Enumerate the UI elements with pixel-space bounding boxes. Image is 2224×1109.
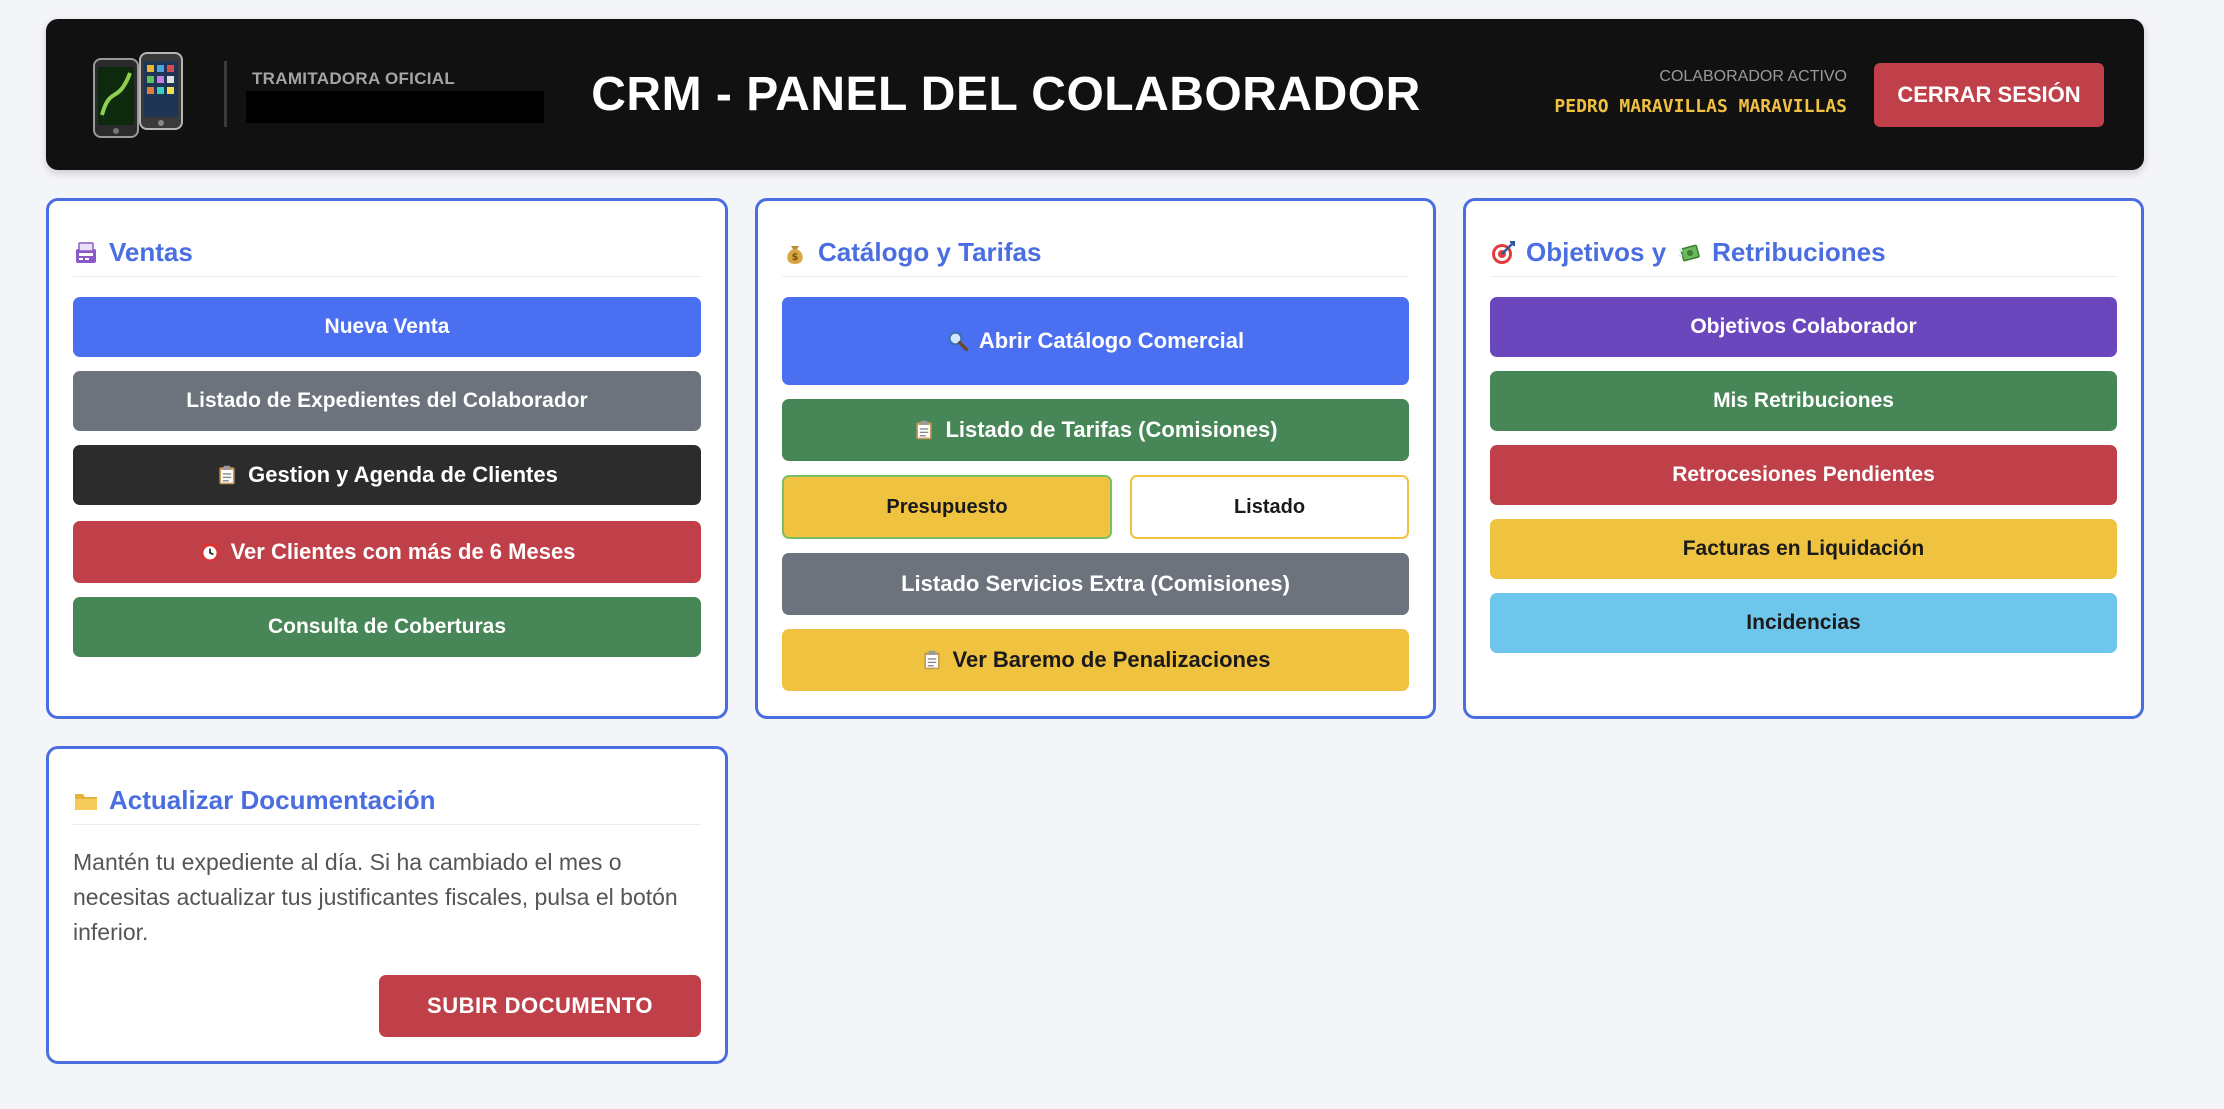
documentacion-card: Actualizar Documentación Mantén tu exped…	[46, 746, 728, 1064]
incidencias-label: Incidencias	[1746, 611, 1861, 634]
listado-expedientes-label: Listado de Expedientes del Colaborador	[186, 389, 588, 412]
user-caption: COLABORADOR ACTIVO	[1659, 68, 1847, 85]
documentacion-title: Actualizar Documentación	[109, 785, 436, 815]
catalogo-title: Catálogo y Tarifas	[818, 237, 1042, 267]
register-icon	[76, 241, 96, 263]
abrir-catalogo-label: Abrir Catálogo Comercial	[978, 328, 1245, 353]
retrocesiones-button[interactable]: Retrocesiones Pendientes	[1490, 445, 2117, 505]
ventas-card-header: Ventas	[73, 229, 701, 277]
catalogo-card-header: $ Catálogo y Tarifas	[782, 229, 1409, 277]
clipboard-icon	[923, 650, 940, 670]
mis-retribuciones-button[interactable]: Mis Retribuciones	[1490, 371, 2117, 431]
money-wings-icon	[1678, 244, 1700, 261]
consulta-coberturas-label: Consulta de Coberturas	[267, 615, 507, 638]
nueva-venta-button[interactable]: Nueva Venta	[73, 297, 701, 357]
objetivos-title-part1: Objetivos y	[1526, 237, 1667, 267]
servicios-extra-button[interactable]: Listado Servicios Extra (Comisiones)	[782, 553, 1409, 615]
listado-tarifas-button[interactable]: Listado de Tarifas (Comisiones)	[782, 399, 1409, 461]
listado-button[interactable]: Listado	[1130, 475, 1409, 539]
facturas-liquidacion-button[interactable]: Facturas en Liquidación	[1490, 519, 2117, 579]
smartphones-logo	[93, 52, 183, 138]
svg-text:$: $	[792, 252, 799, 263]
listado-tarifas-label: Listado de Tarifas (Comisiones)	[945, 417, 1278, 442]
folder-icon	[75, 793, 97, 810]
documentacion-description: Mantén tu expediente al día. Si ha cambi…	[73, 849, 678, 945]
documentacion-card-header: Actualizar Documentación	[73, 777, 701, 825]
target-icon	[1492, 240, 1515, 264]
catalogo-card: $ Catálogo y Tarifas Abrir Catálogo Come…	[755, 198, 1436, 719]
servicios-extra-label: Listado Servicios Extra (Comisiones)	[901, 571, 1290, 596]
ver-clientes-6-meses-label: Ver Clientes con más de 6 Meses	[230, 539, 576, 564]
subir-documento-label: SUBIR DOCUMENTO	[427, 993, 653, 1018]
abrir-catalogo-button[interactable]: Abrir Catálogo Comercial	[782, 297, 1409, 385]
user-name: PEDRO MARAVILLAS MARAVILLAS	[1554, 96, 1847, 117]
gestion-agenda-button[interactable]: Gestion y Agenda de Clientes	[73, 445, 701, 505]
listado-expedientes-button[interactable]: Listado de Expedientes del Colaborador	[73, 371, 701, 431]
clipboard-icon	[916, 420, 933, 440]
ventas-title: Ventas	[109, 237, 193, 267]
facturas-label: Facturas en Liquidación	[1682, 537, 1925, 560]
mis-retribuciones-label: Mis Retribuciones	[1713, 389, 1894, 412]
objetivos-card: Objetivos y Retribuciones Objetivos Cola…	[1463, 198, 2144, 719]
incidencias-button[interactable]: Incidencias	[1490, 593, 2117, 653]
header-divider	[224, 61, 227, 127]
baremo-penalizaciones-button[interactable]: Ver Baremo de Penalizaciones	[782, 629, 1409, 691]
logout-button[interactable]: CERRAR SESIÓN	[1874, 63, 2104, 127]
objetivos-colaborador-label: Objetivos Colaborador	[1690, 315, 1917, 338]
redacted-brand-name	[246, 91, 544, 123]
clipboard-icon	[219, 465, 235, 485]
presupuesto-button[interactable]: Presupuesto	[782, 475, 1112, 539]
nueva-venta-label: Nueva Venta	[324, 315, 450, 338]
presupuesto-label: Presupuesto	[886, 495, 1008, 518]
subir-documento-button[interactable]: SUBIR DOCUMENTO	[379, 975, 701, 1037]
gestion-agenda-label: Gestion y Agenda de Clientes	[248, 462, 558, 487]
ventas-card: Ventas Nueva Venta Listado de Expediente…	[46, 198, 728, 719]
alarm-clock-icon	[200, 542, 219, 562]
app-header: TRAMITADORA OFICIAL CRM - PANEL DEL COLA…	[46, 19, 2144, 170]
page-title: CRM - PANEL DEL COLABORADOR	[591, 68, 1421, 121]
objetivos-colaborador-button[interactable]: Objetivos Colaborador	[1490, 297, 2117, 357]
objetivos-card-header: Objetivos y Retribuciones	[1490, 229, 2117, 277]
brand-caption: TRAMITADORA OFICIAL	[252, 69, 456, 88]
objetivos-title-part2: Retribuciones	[1712, 237, 1886, 267]
retrocesiones-label: Retrocesiones Pendientes	[1672, 463, 1935, 486]
consulta-coberturas-button[interactable]: Consulta de Coberturas	[73, 597, 701, 657]
baremo-label: Ver Baremo de Penalizaciones	[952, 647, 1271, 672]
listado-label: Listado	[1233, 495, 1306, 518]
magnifier-icon	[948, 331, 969, 352]
money-bag-icon: $	[787, 245, 803, 264]
ver-clientes-6-meses-button[interactable]: Ver Clientes con más de 6 Meses	[73, 521, 701, 583]
